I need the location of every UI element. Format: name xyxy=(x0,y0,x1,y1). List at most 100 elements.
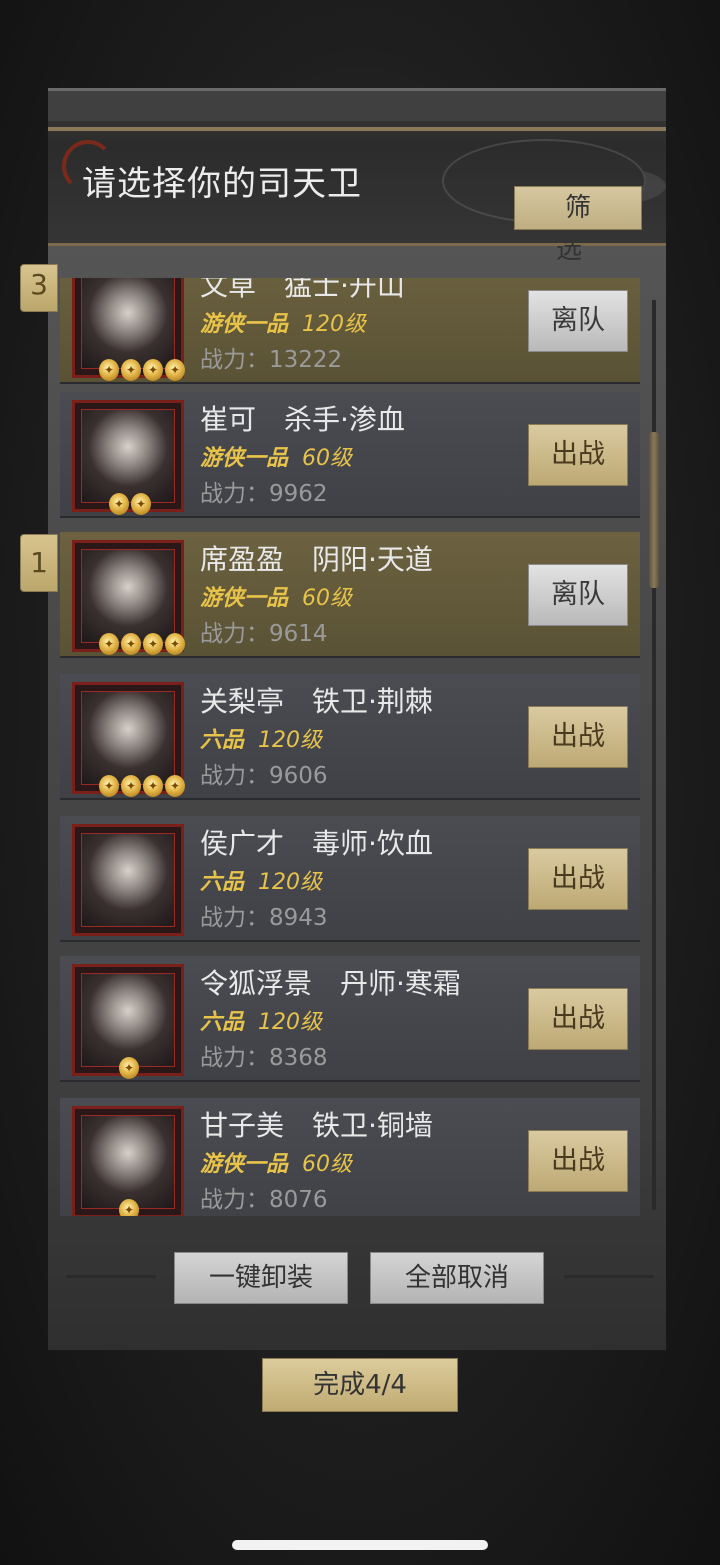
guard-grade-line: 游侠一品 60级 xyxy=(200,440,352,472)
deploy-button[interactable]: 出战 xyxy=(528,424,628,486)
guard-level: 60级 xyxy=(302,586,353,611)
guard-card[interactable]: ✦ ✦ ✦ ✦ 关梨亭 铁卫·荆棘 六品 120级 战力：9606 出战 xyxy=(60,674,640,800)
header-gold-band xyxy=(48,127,666,131)
guard-grade-line: 游侠一品 120级 xyxy=(200,306,366,338)
guard-name: 甘子美 xyxy=(200,1109,285,1142)
footer-divider-left xyxy=(66,1275,156,1278)
guard-portrait: ✦ ✦ xyxy=(72,400,184,515)
guard-name-line: 侯广才 毒师·饮血 xyxy=(200,822,433,862)
deploy-button[interactable]: 出战 xyxy=(528,1130,628,1192)
guard-name-line: 席盈盈 阴阳·天道 xyxy=(200,538,433,578)
guard-level: 60级 xyxy=(302,446,353,471)
guard-portrait: ✦ ✦ ✦ ✦ xyxy=(72,540,185,655)
star-rating: ✦ ✦ ✦ ✦ xyxy=(99,775,185,797)
guard-class: 阴阳·天道 xyxy=(312,543,433,576)
power-label: 战力： xyxy=(200,1045,269,1071)
guard-name-line: 文草 猛士·开山 xyxy=(200,278,405,304)
star-icon: ✦ xyxy=(119,1057,139,1079)
unequip-all-button[interactable]: 一键卸装 xyxy=(174,1252,348,1304)
star-icon: ✦ xyxy=(119,1199,139,1216)
cancel-all-button[interactable]: 全部取消 xyxy=(370,1252,544,1304)
page-title: 请选择你的司天卫 xyxy=(82,164,362,204)
guard-grade: 六品 xyxy=(200,728,245,753)
power-label: 战力： xyxy=(200,1187,269,1213)
guard-class: 猛士·开山 xyxy=(284,278,405,302)
guard-card[interactable]: ✦ 甘子美 铁卫·铜墙 游侠一品 60级 战力：8076 出战 xyxy=(60,1098,640,1216)
guard-card[interactable]: ✦ ✦ ✦ ✦ 席盈盈 阴阳·天道 游侠一品 60级 战力：9614 离队 xyxy=(60,532,640,658)
power-label: 战力： xyxy=(200,905,269,931)
star-icon: ✦ xyxy=(131,493,151,515)
star-rating: ✦ xyxy=(119,1057,139,1079)
guard-grade: 六品 xyxy=(200,1010,245,1035)
star-icon: ✦ xyxy=(99,633,119,655)
leave-team-button[interactable]: 离队 xyxy=(528,290,628,352)
guard-portrait: ✦ xyxy=(72,1106,184,1216)
guard-list[interactable]: ✦ ✦ ✦ ✦ 文草 猛士·开山 游侠一品 120级 战力：13222 离队 ✦ ✦ 崔可杀… xyxy=(58,278,642,1216)
guard-grade-line: 六品 120级 xyxy=(200,722,322,754)
guard-power-line: 战力：8368 xyxy=(200,1038,328,1072)
guard-class: 丹师·寒霜 xyxy=(340,967,461,1000)
leave-team-button[interactable]: 离队 xyxy=(528,564,628,626)
guard-power: 9614 xyxy=(269,621,328,647)
guard-class: 铁卫·荆棘 xyxy=(312,685,433,718)
guard-name: 关梨亭 xyxy=(200,685,285,718)
guard-card[interactable]: 侯广才 毒师·饮血 六品 120级 战力：8943 出战 xyxy=(60,816,640,942)
star-icon: ✦ xyxy=(143,775,163,797)
power-label: 战力： xyxy=(200,347,269,373)
star-icon: ✦ xyxy=(99,775,119,797)
power-label: 战力： xyxy=(200,481,269,507)
star-rating: ✦ ✦ xyxy=(109,493,151,515)
star-icon: ✦ xyxy=(165,359,185,381)
guard-portrait: ✦ ✦ ✦ ✦ xyxy=(72,682,185,797)
guard-card[interactable]: ✦ 令狐浮景 丹师·寒霜 六品 120级 战力：8368 出战 xyxy=(60,956,640,1082)
star-icon: ✦ xyxy=(109,493,129,515)
guard-power-line: 战力：8943 xyxy=(200,898,328,932)
guard-power-line: 战力：8076 xyxy=(200,1180,328,1214)
guard-grade: 游侠一品 xyxy=(200,586,289,611)
filter-button[interactable]: 筛 选 xyxy=(514,186,642,265)
guard-portrait: ✦ ✦ ✦ ✦ xyxy=(72,278,185,381)
star-icon: ✦ xyxy=(121,359,141,381)
guard-portrait: ✦ xyxy=(72,964,184,1079)
deploy-button[interactable]: 出战 xyxy=(528,706,628,768)
guard-level: 120级 xyxy=(258,870,323,895)
done-button[interactable]: 完成4/4 xyxy=(262,1358,458,1412)
guard-power-line: 战力：9962 xyxy=(200,474,328,508)
team-slot-badge: 3 xyxy=(20,264,58,312)
guard-card[interactable]: ✦ ✦ 崔可 杀手·渗血 游侠一品 60级 战力：9962 出战 xyxy=(60,392,640,518)
star-icon: ✦ xyxy=(143,359,163,381)
star-rating: ✦ xyxy=(119,1199,139,1216)
guard-card[interactable]: ✦ ✦ ✦ ✦ 文草 猛士·开山 游侠一品 120级 战力：13222 离队 xyxy=(60,278,640,384)
guard-level: 60级 xyxy=(302,1152,353,1177)
guard-grade: 六品 xyxy=(200,870,245,895)
star-icon: ✦ xyxy=(121,633,141,655)
guard-grade-line: 六品 120级 xyxy=(200,864,322,896)
home-indicator[interactable] xyxy=(232,1540,488,1550)
guard-power: 8943 xyxy=(269,905,328,931)
team-slot-badge: 1 xyxy=(20,534,58,592)
star-rating: ✦ ✦ ✦ ✦ xyxy=(99,359,185,381)
guard-name-line: 关梨亭 铁卫·荆棘 xyxy=(200,680,433,720)
deploy-button[interactable]: 出战 xyxy=(528,848,628,910)
guard-power: 8368 xyxy=(269,1045,328,1071)
guard-level: 120级 xyxy=(258,728,323,753)
guard-power: 8076 xyxy=(269,1187,328,1213)
guard-class: 铁卫·铜墙 xyxy=(312,1109,433,1142)
guard-portrait xyxy=(72,824,184,936)
guard-name: 席盈盈 xyxy=(200,543,285,576)
deploy-button[interactable]: 出战 xyxy=(528,988,628,1050)
star-icon: ✦ xyxy=(121,775,141,797)
guard-class: 杀手·渗血 xyxy=(284,403,405,436)
guard-power-line: 战力：13222 xyxy=(200,340,342,374)
star-icon: ✦ xyxy=(99,359,119,381)
guard-name: 文草 xyxy=(200,278,257,302)
guard-grade: 游侠一品 xyxy=(200,446,289,471)
footer-divider-right xyxy=(564,1275,654,1278)
star-icon: ✦ xyxy=(165,775,185,797)
guard-name: 崔可 xyxy=(200,403,257,436)
scrollbar-thumb[interactable] xyxy=(649,432,659,588)
guard-power-line: 战力：9606 xyxy=(200,756,328,790)
guard-power: 9606 xyxy=(269,763,328,789)
guard-power: 9962 xyxy=(269,481,328,507)
guard-class: 毒师·饮血 xyxy=(312,827,433,860)
